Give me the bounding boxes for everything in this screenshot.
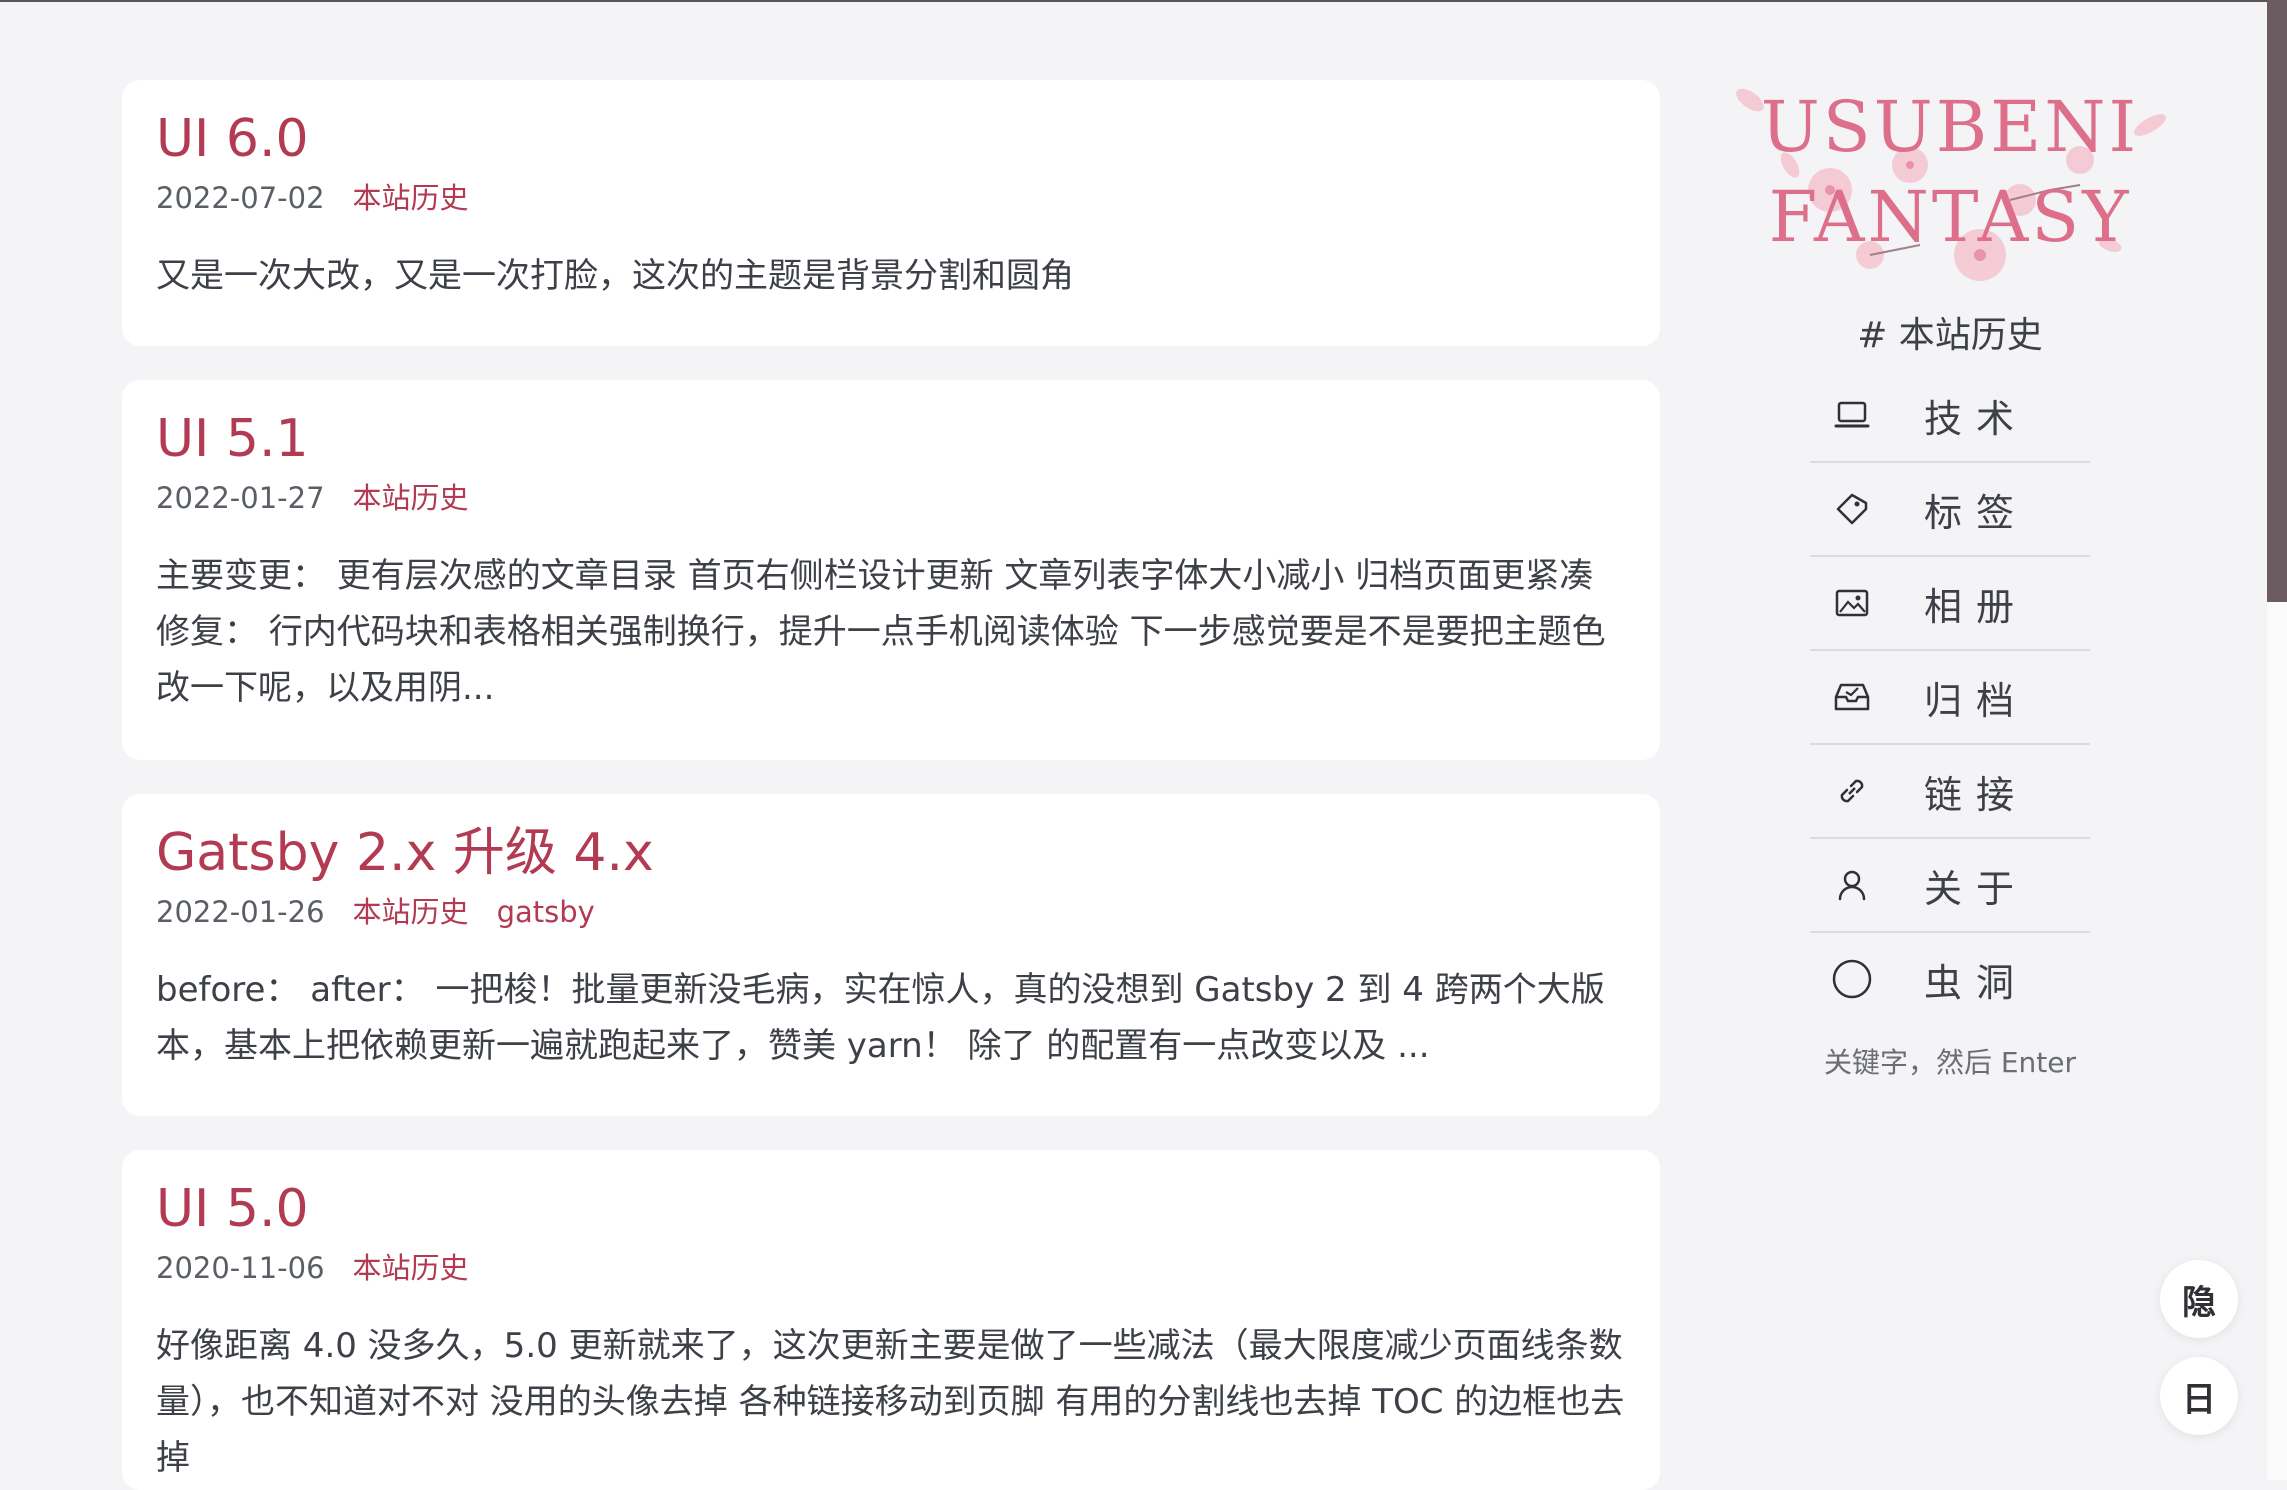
sidebar-nav: 技术 标签 相册 归档 链接 关于 虫洞 <box>1810 369 2090 1025</box>
post-card: UI 5.0 2020-11-06 本站历史 好像距离 4.0 没多久，5.0 … <box>122 1150 1660 1490</box>
post-tag[interactable]: 本站历史 <box>353 478 469 518</box>
sidebar-item-about[interactable]: 关于 <box>1810 839 2090 933</box>
post-tag[interactable]: 本站历史 <box>353 178 469 218</box>
sidebar-item-links[interactable]: 链接 <box>1810 745 2090 839</box>
post-card: Gatsby 2.x 升级 4.x 2022-01-26 本站历史 gatsby… <box>122 794 1660 1116</box>
search-input[interactable] <box>1778 1045 2122 1080</box>
post-title[interactable]: UI 5.0 <box>156 1178 1626 1240</box>
post-meta: 2022-01-26 本站历史 gatsby <box>156 892 1626 932</box>
post-excerpt: 主要变更： 更有层次感的文章目录 首页右侧栏设计更新 文章列表字体大小减小 归档… <box>156 556 1606 709</box>
sidebar-item-archive[interactable]: 归档 <box>1810 651 2090 745</box>
post-excerpt: 好像距离 4.0 没多久，5.0 更新就来了，这次更新主要是做了一些减法（最大限… <box>156 1326 1625 1479</box>
sidebar-item-label: 归档 <box>1924 678 2029 723</box>
post-date: 2022-01-27 <box>156 481 325 516</box>
post-title[interactable]: Gatsby 2.x 升级 4.x <box>156 822 1626 884</box>
circle-icon <box>1822 959 1882 999</box>
post-card: UI 5.1 2022-01-27 本站历史 主要变更： 更有层次感的文章目录 … <box>122 380 1660 760</box>
post-meta: 2020-11-06 本站历史 <box>156 1248 1626 1288</box>
laptop-icon <box>1822 395 1882 435</box>
post-card: UI 6.0 2022-07-02 本站历史 又是一次大改，又是一次打脸，这次的… <box>122 80 1660 346</box>
post-meta: 2022-01-27 本站历史 <box>156 478 1626 518</box>
logo-text-line-1: USUBENI <box>1760 86 2140 168</box>
post-title[interactable]: UI 6.0 <box>156 108 1626 170</box>
post-date: 2022-07-02 <box>156 181 325 216</box>
post-excerpt: 又是一次大改，又是一次打脸，这次的主题是背景分割和圆角 <box>156 256 1074 297</box>
sidebar-item-tags[interactable]: 标签 <box>1810 463 2090 557</box>
post-excerpt: before： after： 一把梭！批量更新没毛病，实在惊人，真的没想到 Ga… <box>156 970 1605 1067</box>
window-top-border <box>0 0 2287 2</box>
sidebar-item-label: 标签 <box>1924 490 2029 535</box>
sidebar-item-label: 关于 <box>1924 866 2029 911</box>
post-tag[interactable]: 本站历史 <box>353 1248 469 1288</box>
sidebar-item-wormhole[interactable]: 虫洞 <box>1810 933 2090 1025</box>
user-icon <box>1822 865 1882 905</box>
post-tag[interactable]: 本站历史 <box>353 892 469 932</box>
post-title[interactable]: UI 5.1 <box>156 408 1626 470</box>
theme-toggle-button[interactable]: 日 <box>2160 1357 2238 1435</box>
archive-tray-icon <box>1822 677 1882 717</box>
sidebar: USUBENI FANTASY # 本站历史 技术 标签 相册 归档 链接 关于… <box>1700 70 2200 1080</box>
sidebar-item-label: 链接 <box>1924 772 2029 817</box>
scrollbar-thumb[interactable] <box>2267 0 2287 602</box>
site-logo[interactable]: USUBENI FANTASY <box>1720 70 2180 295</box>
post-date: 2022-01-26 <box>156 895 325 930</box>
tag-icon <box>1822 489 1882 529</box>
link-icon <box>1822 771 1882 811</box>
sidebar-item-label: 虫洞 <box>1924 960 2029 1005</box>
current-category: # 本站历史 <box>1857 315 2043 356</box>
post-meta: 2022-07-02 本站历史 <box>156 178 1626 218</box>
image-icon <box>1822 583 1882 623</box>
post-date: 2020-11-06 <box>156 1251 325 1286</box>
sidebar-item-label: 相册 <box>1924 584 2029 629</box>
logo-text-line-2: FANTASY <box>1768 176 2132 258</box>
scrollbar[interactable] <box>2267 0 2287 1480</box>
sidebar-item-tech[interactable]: 技术 <box>1810 369 2090 463</box>
hide-sidebar-button[interactable]: 隐 <box>2160 1260 2238 1338</box>
sidebar-item-label: 技术 <box>1924 396 2029 441</box>
post-tag[interactable]: gatsby <box>497 892 595 932</box>
sidebar-item-album[interactable]: 相册 <box>1810 557 2090 651</box>
